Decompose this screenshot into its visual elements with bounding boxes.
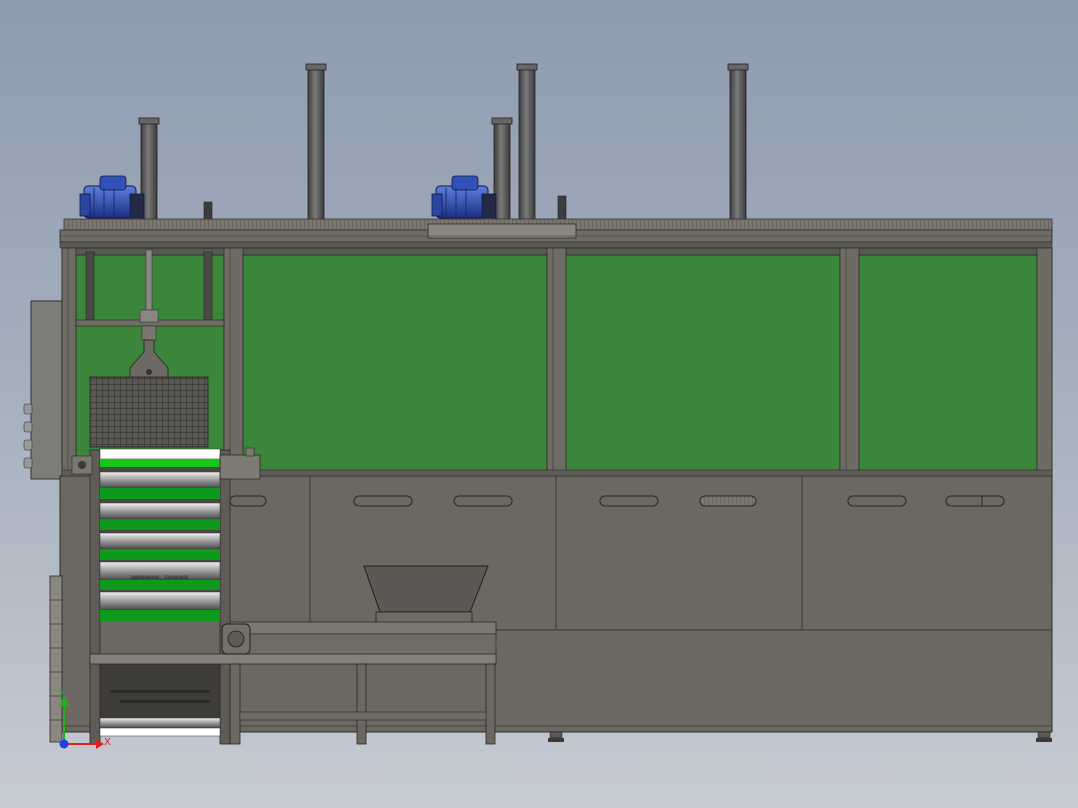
lower-bay (99, 661, 221, 737)
pump-unit (221, 623, 251, 655)
triad-x-label: X (104, 737, 111, 748)
triad-origin (59, 739, 69, 749)
conveyor-roller-1 (99, 448, 221, 499)
conveyor-roller-5 (99, 591, 221, 621)
green-panel-3 (565, 254, 841, 472)
cad-model-drawing: 100000000000 1000000000 X Y (23, 63, 1053, 749)
control-cabinet (23, 300, 63, 480)
belt-plate-text-left: 100000000000 (130, 575, 159, 580)
motor-right (431, 175, 497, 219)
conveyor-roller-4: 100000000000 1000000000 (99, 561, 221, 590)
mesh-basket (89, 376, 209, 448)
conveyor-roller-3 (99, 532, 221, 560)
triad-y-label: Y (57, 689, 65, 700)
exhaust-pipe-5 (727, 63, 749, 223)
green-panel-2 (242, 254, 548, 472)
green-panel-4 (858, 254, 1038, 472)
exhaust-pipe-2 (305, 63, 327, 223)
leveling-feet (548, 731, 1052, 742)
conveyor-roller-2 (99, 502, 221, 530)
cad-viewport[interactable]: 100000000000 1000000000 X Y (0, 0, 1078, 808)
side-steps (49, 575, 63, 743)
motor-left (79, 175, 145, 219)
top-rail (59, 218, 1053, 249)
exhaust-pipe-3 (516, 63, 538, 223)
belt-plate-text-right: 1000000000 (164, 575, 189, 580)
discharge-hopper (363, 565, 489, 625)
